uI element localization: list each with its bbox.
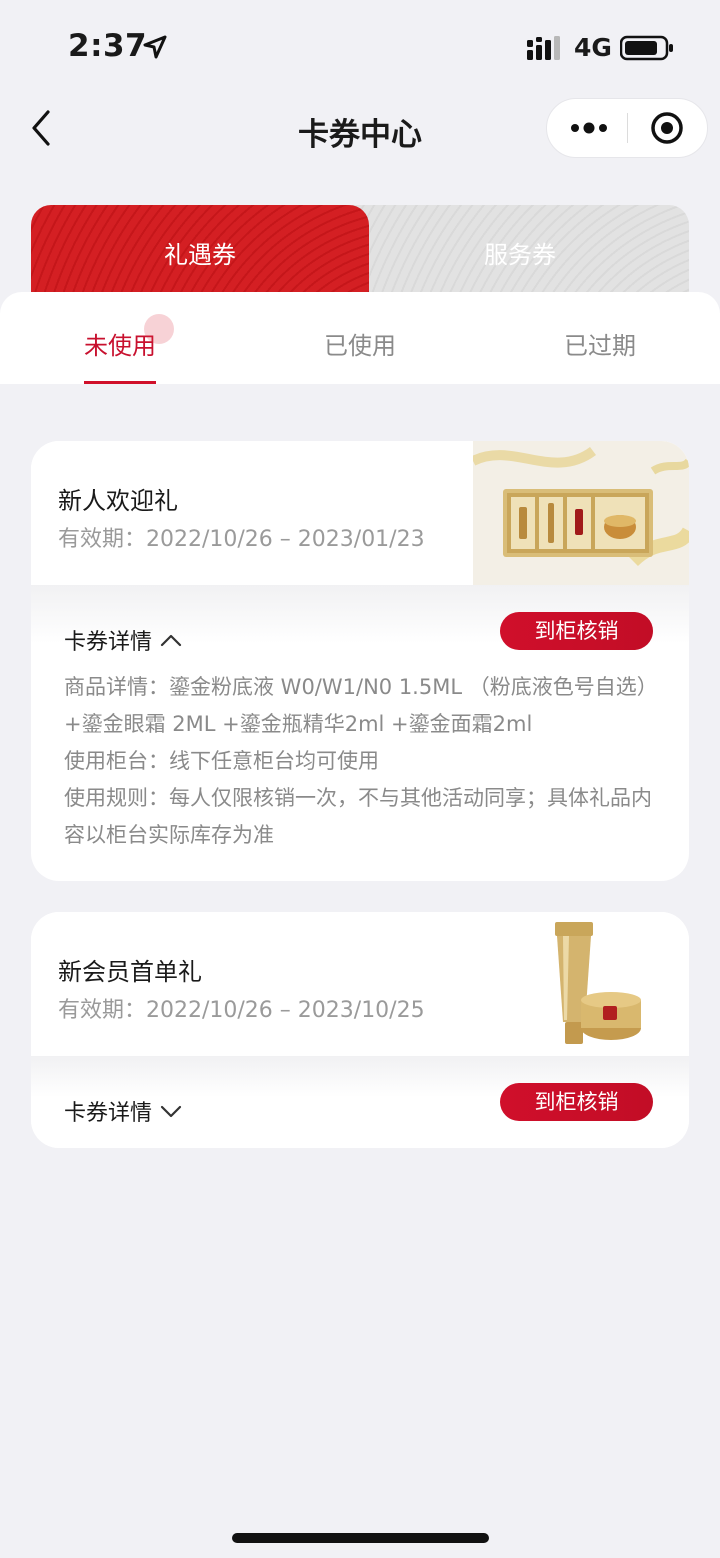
redeem-at-counter-button[interactable]: 到柜核销 (500, 1083, 653, 1121)
redeem-at-counter-button[interactable]: 到柜核销 (500, 612, 653, 650)
active-tab-underline (84, 381, 156, 384)
coupon-validity: 有效期：2022/10/26 – 2023/10/25 (58, 998, 425, 1023)
coupon-validity: 有效期：2022/10/26 – 2023/01/23 (58, 527, 425, 552)
tab-service-label: 服务券 (484, 241, 556, 269)
detail-rules: 使用规则：每人仅限核销一次，不与其他活动同享；具体礼品内容以柜台实际库存为准 (64, 786, 652, 847)
coupon-title: 新会员首单礼 (58, 958, 202, 986)
coupon-actions-row: 卡券详情 到柜核销 (31, 1083, 689, 1139)
mini-program-capsule (546, 98, 708, 158)
tab-gift-coupons[interactable]: 礼遇券 (31, 205, 369, 293)
details-toggle[interactable]: 卡券详情 (64, 624, 182, 656)
coupon-details: 商品详情：鎏金粉底液 W0/W1/N0 1.5ML （粉底液色号自选）+鎏金眼霜… (64, 669, 656, 854)
coupon-title: 新人欢迎礼 (58, 487, 178, 515)
coupon-actions-row: 卡券详情 到柜核销 (31, 612, 689, 668)
detail-products: 商品详情：鎏金粉底液 W0/W1/N0 1.5ML （粉底液色号自选）+鎏金眼霜… (64, 675, 648, 736)
status-time: 2:37 (68, 28, 148, 64)
gift-set-image (473, 441, 689, 585)
eye-cream-and-face-cream-image (473, 912, 689, 1056)
details-toggle-label: 卡券详情 (64, 1101, 153, 1126)
details-toggle[interactable]: 卡券详情 (64, 1095, 182, 1127)
coupon-header: 新会员首单礼 有效期：2022/10/26 – 2023/10/25 (31, 912, 689, 1056)
tab-used[interactable]: 已使用 (260, 326, 460, 361)
coupon-header: 新人欢迎礼 有效期：2022/10/26 – 2023/01/23 (31, 441, 689, 585)
status-bar: 2:37 4G (0, 0, 720, 92)
signal-icon (527, 36, 560, 60)
capsule-divider (627, 113, 628, 143)
tab-service-coupons[interactable]: 服务券 (331, 205, 689, 293)
status-tabs: 未使用 已使用 已过期 (0, 292, 720, 384)
tab-expired[interactable]: 已过期 (500, 326, 700, 361)
main-tabs: 服务券 礼遇券 (31, 205, 689, 293)
chevron-down-icon (160, 1105, 182, 1118)
tab-gift-label: 礼遇券 (164, 241, 236, 269)
home-indicator (232, 1533, 489, 1543)
tab-unused[interactable]: 未使用 (20, 326, 220, 361)
chevron-up-icon (160, 634, 182, 647)
coupon-card: 新人欢迎礼 有效期：2022/10/26 – 2023/01/23 卡券详情 到… (31, 441, 689, 881)
nav-bar: 卡券中心 (0, 92, 720, 164)
network-type: 4G (574, 33, 612, 62)
location-arrow-icon (143, 35, 167, 59)
touch-indicator (144, 314, 174, 344)
details-toggle-label: 卡券详情 (64, 630, 153, 655)
battery-icon (620, 35, 673, 61)
detail-counter: 使用柜台：线下任意柜台均可使用 (64, 749, 379, 773)
more-icon[interactable] (547, 99, 627, 157)
close-mini-program-icon[interactable] (629, 99, 707, 157)
coupon-card: 新会员首单礼 有效期：2022/10/26 – 2023/10/25 卡券详情 … (31, 912, 689, 1148)
